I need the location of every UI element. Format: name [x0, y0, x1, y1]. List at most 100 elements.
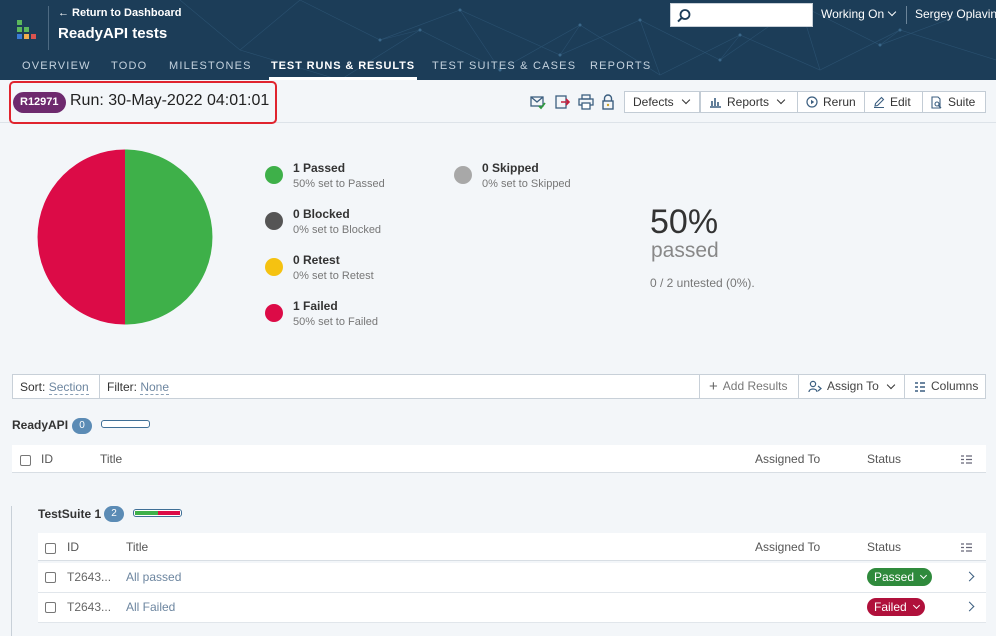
progress-failed	[157, 511, 180, 515]
user-menu[interactable]: Sergey Oplavin	[915, 7, 996, 21]
skipped-dot-icon	[454, 166, 472, 184]
pass-percentage: 50%	[650, 203, 719, 241]
suite-button[interactable]: Suite	[922, 91, 986, 113]
test-title-link[interactable]: All Failed	[126, 600, 175, 614]
chevron-down-icon	[681, 95, 690, 105]
add-results-button[interactable]: + Add Results	[709, 375, 787, 398]
column-options-icon[interactable]	[961, 543, 972, 552]
select-all-checkbox[interactable]	[20, 455, 31, 466]
search-input[interactable]	[670, 3, 813, 27]
column-status[interactable]: Status	[867, 540, 901, 554]
print-icon[interactable]	[578, 94, 594, 110]
tab-test-suites-cases[interactable]: TEST SUITES & CASES	[432, 54, 576, 80]
assign-to-dropdown[interactable]: Assign To	[808, 375, 896, 398]
tab-todo[interactable]: TODO	[111, 54, 147, 80]
testrail-logo-icon[interactable]	[16, 20, 38, 40]
row-checkbox[interactable]	[45, 602, 56, 613]
defects-dropdown-button[interactable]: Defects	[624, 91, 700, 113]
sort-control: Sort: Section	[20, 380, 89, 395]
table-row[interactable]: T2643... All Failed Failed	[38, 593, 986, 623]
legend-subtitle: 0% set to Retest	[293, 270, 374, 282]
plus-icon: +	[709, 378, 718, 395]
email-check-icon[interactable]	[530, 94, 546, 110]
add-results-label: Add Results	[722, 379, 788, 393]
columns-label: Columns	[931, 379, 979, 393]
column-status[interactable]: Status	[867, 452, 901, 466]
rerun-label: Rerun	[823, 95, 856, 109]
chevron-down-icon	[919, 571, 928, 579]
column-id[interactable]: ID	[41, 452, 53, 466]
section-title-readyapi[interactable]: ReadyAPI	[12, 418, 68, 432]
test-id: T2643...	[67, 570, 112, 584]
select-all-checkbox[interactable]	[45, 543, 56, 554]
assign-to-label: Assign To	[827, 379, 879, 393]
column-assigned-to[interactable]: Assigned To	[755, 540, 820, 554]
lock-icon[interactable]	[600, 94, 616, 110]
filter-none-link[interactable]: None	[140, 380, 170, 395]
retest-dot-icon	[265, 258, 283, 276]
chevron-down-icon	[912, 601, 920, 609]
project-title: ReadyAPI tests	[58, 25, 168, 42]
status-label: Passed	[874, 570, 915, 584]
section-progress-bar	[133, 509, 182, 517]
rerun-button[interactable]: Rerun	[797, 91, 865, 113]
tab-test-runs-results[interactable]: TEST RUNS & RESULTS	[269, 54, 418, 80]
defects-label: Defects	[633, 95, 674, 109]
suite-label: Suite	[948, 95, 976, 109]
column-options-icon[interactable]	[961, 455, 972, 464]
play-circle-icon	[806, 96, 818, 108]
legend-subtitle: 0% set to Skipped	[482, 178, 571, 190]
progress-passed	[135, 511, 158, 515]
section-count-badge: 2	[104, 506, 124, 522]
test-title-link[interactable]: All passed	[126, 570, 181, 584]
column-title[interactable]: Title	[100, 452, 122, 466]
column-assigned-to[interactable]: Assigned To	[755, 452, 820, 466]
run-id-badge: R12971	[13, 92, 66, 113]
status-passed-dropdown[interactable]: Passed	[867, 568, 933, 586]
return-to-dashboard-link[interactable]: ← Return to Dashboard	[58, 7, 181, 19]
status-label: Failed	[874, 600, 907, 614]
test-id: T2643...	[67, 600, 112, 614]
legend-title: 0 Retest	[293, 253, 340, 267]
table-row[interactable]: T2643... All passed Passed	[38, 563, 986, 593]
pie-slice-passed	[125, 149, 213, 325]
tab-reports[interactable]: REPORTS	[590, 54, 651, 80]
sort-label: Sort:	[20, 380, 46, 394]
header-divider	[48, 6, 49, 50]
section-progress-bar	[101, 420, 150, 428]
status-failed-dropdown[interactable]: Failed	[867, 598, 925, 616]
chevron-down-icon	[886, 380, 896, 389]
document-search-icon	[931, 95, 942, 109]
reports-dropdown-button[interactable]: Reports	[700, 91, 798, 113]
sortbar-separator	[99, 375, 100, 398]
columns-button[interactable]: Columns	[914, 375, 978, 398]
pie-slice-failed	[37, 149, 125, 325]
sortbar-separator	[699, 375, 700, 398]
column-id[interactable]: ID	[67, 540, 79, 554]
passed-dot-icon	[265, 166, 283, 184]
legend-subtitle: 50% set to Passed	[293, 178, 385, 190]
header-separator	[906, 6, 907, 24]
section-indent-line	[11, 506, 12, 636]
pencil-icon	[874, 96, 885, 108]
working-on-dropdown[interactable]: Working On	[821, 7, 897, 21]
reports-label: Reports	[727, 95, 770, 109]
user-name: Sergey Oplavin	[915, 7, 996, 21]
chevron-right-icon[interactable]	[964, 571, 975, 582]
chevron-down-icon	[776, 95, 786, 105]
export-icon[interactable]	[554, 94, 570, 110]
tab-milestones[interactable]: MILESTONES	[169, 54, 252, 80]
edit-button[interactable]: Edit	[864, 91, 923, 113]
blocked-dot-icon	[265, 212, 283, 230]
failed-dot-icon	[265, 304, 283, 322]
edit-label: Edit	[890, 95, 911, 109]
results-pie-chart	[37, 149, 213, 325]
tab-overview[interactable]: OVERVIEW	[22, 54, 91, 80]
legend-subtitle: 0% set to Blocked	[293, 224, 382, 236]
untested-summary: 0 / 2 untested (0%).	[650, 276, 755, 290]
sort-section-link[interactable]: Section	[48, 380, 89, 395]
row-checkbox[interactable]	[45, 572, 56, 583]
chevron-right-icon[interactable]	[964, 601, 975, 612]
column-title[interactable]: Title	[126, 540, 148, 554]
section-title-testsuite-1[interactable]: TestSuite 1	[38, 507, 101, 521]
